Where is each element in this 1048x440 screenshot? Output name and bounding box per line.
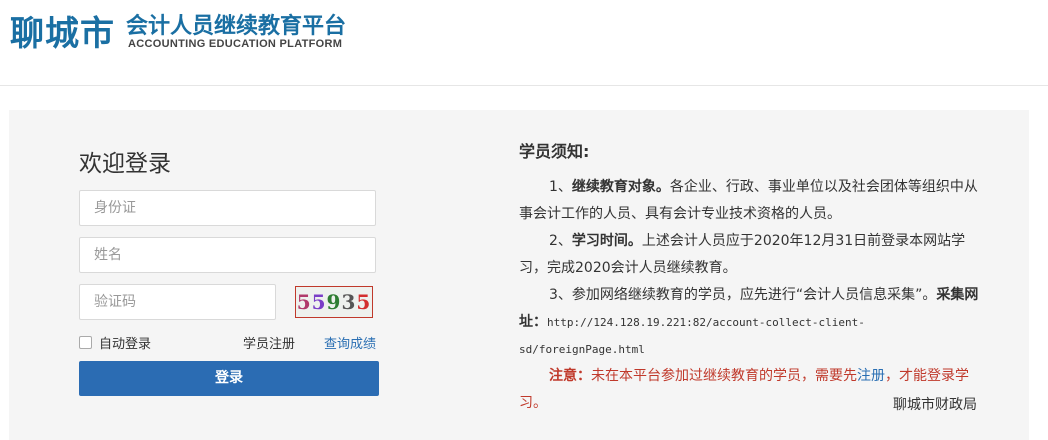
- id-card-input[interactable]: 身份证: [79, 190, 376, 226]
- auto-login-label: 自动登录: [99, 337, 152, 352]
- captcha-char: 5: [311, 290, 327, 314]
- logo-platform-title: 会计人员继续教育平台: [126, 14, 347, 39]
- notice-signature: 聊城市财政局: [893, 397, 977, 413]
- captcha-char: 9: [326, 290, 342, 314]
- captcha-char: 5: [296, 290, 312, 314]
- notice-item-1: 1、继续教育对象。各企业、行政、事业单位以及社会团体等组织中从事会计工作的人员、…: [519, 179, 978, 222]
- auto-login-option[interactable]: 自动登录: [79, 333, 151, 352]
- query-scores-link[interactable]: 查询成绩: [324, 333, 376, 352]
- notice-title: 学员须知:: [519, 142, 590, 161]
- auto-login-checkbox[interactable]: [79, 336, 92, 349]
- notice-item-2: 2、学习时间。上述会计人员应于2020年12月31日前登录本网站学习，完成202…: [519, 233, 966, 276]
- captcha-image[interactable]: 55935: [295, 286, 373, 318]
- notice-item-3: 3、参加网络继续教育的学员，应先进行“会计人员信息采集”。采集网址：http:/…: [519, 287, 979, 356]
- captcha-char: 5: [356, 290, 372, 314]
- welcome-heading: 欢迎登录: [79, 151, 171, 177]
- collect-url: http://124.128.19.221:82/account-collect…: [519, 316, 865, 356]
- student-notice: 学员须知: 1、继续教育对象。各企业、行政、事业单位以及社会团体等组织中从事会计…: [519, 138, 989, 417]
- header: 聊城市 会计人员继续教育平台 ACCOUNTING EDUCATION PLAT…: [0, 0, 1048, 86]
- captcha-input[interactable]: 验证码: [79, 284, 276, 320]
- captcha-char: 3: [341, 290, 357, 314]
- logo-city-name: 聊城市: [10, 14, 115, 54]
- student-register-link[interactable]: 学员注册: [243, 333, 295, 352]
- login-button[interactable]: 登录: [79, 361, 379, 396]
- login-panel: 欢迎登录 身份证 姓名 验证码 55935 自动登录 学员注册 查询成绩 登录 …: [9, 110, 1029, 440]
- warning-register-link[interactable]: 注册: [857, 368, 885, 384]
- logo-platform-subtitle: ACCOUNTING EDUCATION PLATFORM: [128, 38, 343, 50]
- name-input[interactable]: 姓名: [79, 237, 376, 273]
